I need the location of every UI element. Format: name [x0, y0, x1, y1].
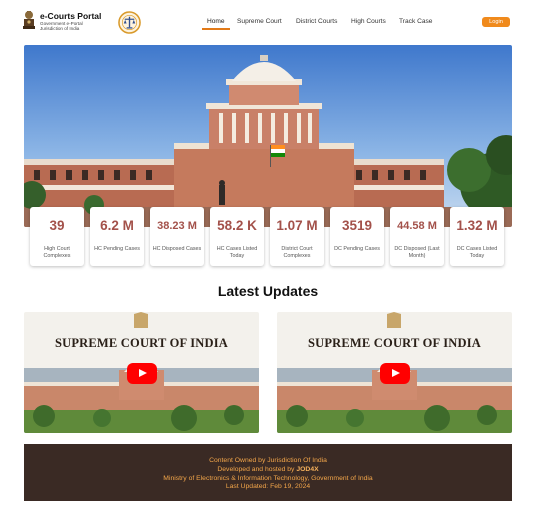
- nav-supreme-court[interactable]: Supreme Court: [237, 18, 282, 25]
- play-button-icon[interactable]: [380, 363, 410, 384]
- stat-value: 44.58 M: [397, 220, 437, 232]
- stat-card: 38.23 M HC Disposed Cases: [150, 207, 204, 266]
- stat-label: High Court Complexes: [43, 246, 71, 259]
- main-nav: Home Supreme Court District Courts High …: [0, 18, 536, 30]
- latest-updates-heading: Latest Updates: [217, 283, 319, 299]
- footer-ownership: Content Owned by Jurisdiction Of India: [209, 457, 327, 464]
- stat-label: HC Pending Cases: [94, 246, 140, 252]
- footer-developer: Developed and hosted by JOD4X: [24, 466, 512, 475]
- stat-card: 3519 DC Pending Cases: [330, 207, 384, 266]
- stat-card: 44.58 M DC Disposed (Last Month): [390, 207, 444, 266]
- stat-card: 39 High Court Complexes: [30, 207, 84, 266]
- stat-value: 6.2 M: [100, 218, 134, 233]
- video-title: SUPREME COURT OF INDIA: [307, 336, 482, 350]
- hero-banner: [24, 45, 512, 227]
- nav-district-courts[interactable]: District Courts: [296, 18, 337, 25]
- footer-ministry: Ministry of Electronics & Information Te…: [163, 474, 373, 482]
- stat-card: 58.2 K HC Cases Listed Today: [210, 207, 264, 266]
- stat-value: 38.23 M: [157, 220, 197, 232]
- video-title: SUPREME COURT OF INDIA: [54, 336, 229, 350]
- nav-high-courts[interactable]: High Courts: [351, 18, 386, 25]
- stat-label: District Court Complexes: [281, 246, 313, 259]
- footer-developer-prefix: Developed and hosted by: [217, 465, 295, 473]
- nav-active-indicator: [202, 28, 230, 30]
- stat-value: 1.07 M: [276, 218, 318, 233]
- stat-label: DC Pending Cases: [334, 246, 380, 252]
- stat-value: 1.32 M: [456, 218, 498, 233]
- play-triangle-icon: [392, 369, 400, 377]
- stat-value: 58.2 K: [217, 218, 257, 233]
- play-triangle-icon: [139, 369, 147, 377]
- footer: Content Owned by Jurisdiction Of India D…: [24, 444, 512, 501]
- stat-label: HC Cases Listed Today: [216, 246, 258, 259]
- login-button[interactable]: Login: [482, 17, 510, 27]
- nav-home[interactable]: Home: [207, 18, 225, 25]
- video-card[interactable]: SUPREME COURT OF INDIA: [24, 312, 259, 433]
- stat-card: 1.32 M DC Cases Listed Today: [450, 207, 504, 266]
- stat-card: 6.2 M HC Pending Cases: [90, 207, 144, 266]
- footer-last-updated: Last Updated: Feb 19, 2024: [225, 483, 311, 491]
- supreme-court-building-image: [24, 45, 512, 227]
- nav-track-case[interactable]: Track Case: [399, 18, 432, 25]
- stat-label: DC Disposed (Last Month): [394, 246, 440, 259]
- footer-developer-brand[interactable]: JOD4X: [296, 466, 318, 473]
- header: e-Courts Portal Government e-Portal Juri…: [0, 0, 536, 44]
- stat-card: 1.07 M District Court Complexes: [270, 207, 324, 266]
- video-card[interactable]: SUPREME COURT OF INDIA: [277, 312, 512, 433]
- stat-value: 3519: [341, 218, 373, 233]
- play-button-icon[interactable]: [127, 363, 157, 384]
- stat-value: 39: [49, 218, 65, 233]
- stat-label: DC Cases Listed Today: [456, 246, 498, 259]
- stat-label: HC Disposed Cases: [152, 246, 202, 252]
